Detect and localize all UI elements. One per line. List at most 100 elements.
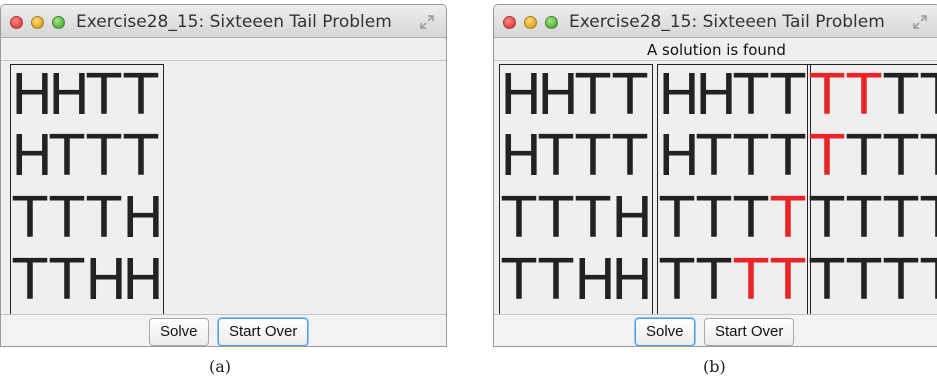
coin-cell: T xyxy=(501,248,536,313)
coin-cell: T xyxy=(538,186,573,251)
coin-cell: T xyxy=(612,63,647,128)
coin-row: TTTT xyxy=(808,252,937,310)
window-a: Exercise28_15: Sixteeen Tail Problem HHT… xyxy=(0,4,447,347)
coin-cell: T xyxy=(733,124,768,189)
coin-cell[interactable]: T xyxy=(122,128,159,186)
coin-row: TTHH xyxy=(11,252,165,310)
coin-cell[interactable]: T xyxy=(85,190,122,248)
coin-cell[interactable]: T xyxy=(48,128,85,186)
coin-cell: T xyxy=(575,186,610,251)
button-bar: Solve Start Over xyxy=(494,314,937,346)
coin-cell[interactable]: T xyxy=(85,67,122,125)
window-b: Exercise28_15: Sixteeen Tail Problem A s… xyxy=(493,4,937,347)
window-title: Exercise28_15: Sixteeen Tail Problem xyxy=(569,12,885,32)
coin-cell[interactable]: T xyxy=(48,252,85,310)
coin-cell: T xyxy=(919,190,937,248)
coin-cell: T xyxy=(696,186,731,251)
coin-board: TTTTTTTTTTTTTTTT xyxy=(807,64,937,316)
coin-cell: H xyxy=(500,63,542,128)
coin-cell[interactable]: T xyxy=(11,252,48,310)
coin-cell: T xyxy=(770,248,805,313)
coin-row: TTHH xyxy=(500,252,654,310)
window-title: Exercise28_15: Sixteeen Tail Problem xyxy=(76,12,392,32)
coin-row: TTTT xyxy=(658,190,812,248)
title-bar[interactable]: Exercise28_15: Sixteeen Tail Problem xyxy=(494,5,937,38)
coin-cell: T xyxy=(883,186,918,251)
coin-cell: T xyxy=(919,252,937,310)
coin-cell: T xyxy=(696,248,731,313)
zoom-icon[interactable] xyxy=(545,16,558,29)
coin-cell: T xyxy=(846,186,881,251)
coin-cell: T xyxy=(809,186,844,251)
coin-row: HHTT xyxy=(500,67,654,125)
status-text: A solution is found xyxy=(494,39,937,61)
coin-row: HTTT xyxy=(658,128,812,186)
coin-cell: T xyxy=(733,63,768,128)
coin-cell: T xyxy=(846,63,881,128)
coin-cell: T xyxy=(733,186,768,251)
solve-button[interactable]: Solve xyxy=(149,318,209,346)
minimize-icon[interactable] xyxy=(31,16,44,29)
coin-cell: T xyxy=(575,63,610,128)
minimize-icon[interactable] xyxy=(524,16,537,29)
close-icon[interactable] xyxy=(503,16,516,29)
coin-cell: T xyxy=(883,248,918,313)
coin-cell[interactable]: T xyxy=(85,128,122,186)
coin-cell: T xyxy=(733,248,768,313)
coin-cell: T xyxy=(538,248,573,313)
coin-row: HHTT xyxy=(658,67,812,125)
coin-cell[interactable]: H xyxy=(11,128,53,186)
coin-cell: T xyxy=(883,124,918,189)
coin-row: TTTT xyxy=(808,67,937,125)
coin-cell: T xyxy=(809,63,844,128)
coin-cell[interactable]: T xyxy=(122,67,159,125)
start-over-button[interactable]: Start Over xyxy=(218,318,309,346)
coin-cell: T xyxy=(919,67,937,125)
coin-cell: H xyxy=(537,63,579,128)
coin-cell: T xyxy=(770,63,805,128)
coin-cell: T xyxy=(659,186,694,251)
coin-board: HHTT HTTT TTTH TTHH xyxy=(10,64,164,316)
coin-cell: T xyxy=(770,124,805,189)
solve-button[interactable]: Solve xyxy=(635,318,695,346)
coin-cell: T xyxy=(575,124,610,189)
coin-row: TTTH xyxy=(11,190,165,248)
coin-cell: T xyxy=(501,186,536,251)
coin-cell: T xyxy=(770,186,805,251)
coin-cell[interactable]: H xyxy=(122,252,164,310)
coin-row: HTTT xyxy=(500,128,654,186)
coin-cell[interactable]: H xyxy=(122,190,164,248)
coin-cell: T xyxy=(846,124,881,189)
coin-cell: T xyxy=(612,124,647,189)
coin-cell: T xyxy=(809,124,844,189)
coin-cell: T xyxy=(846,248,881,313)
coin-cell[interactable]: T xyxy=(48,190,85,248)
coin-cell: T xyxy=(919,128,937,186)
coin-cell: H xyxy=(658,124,700,189)
coin-cell: T xyxy=(696,124,731,189)
coin-board: HHTT HTTT TTTT TTTT xyxy=(657,64,811,316)
coin-cell[interactable]: H xyxy=(48,67,90,125)
title-bar[interactable]: Exercise28_15: Sixteeen Tail Problem xyxy=(1,5,446,38)
coin-board: HHTT HTTT TTTH TTHH xyxy=(499,64,653,316)
coin-cell[interactable]: H xyxy=(11,67,53,125)
button-bar: Solve Start Over xyxy=(1,314,446,346)
figure-caption-a: (a) xyxy=(209,357,232,376)
coin-row: TTTH xyxy=(500,190,654,248)
close-icon[interactable] xyxy=(10,16,23,29)
status-text xyxy=(1,39,446,61)
start-over-button[interactable]: Start Over xyxy=(704,318,795,346)
coin-cell: T xyxy=(883,63,918,128)
coin-row: TTTT xyxy=(808,190,937,248)
coin-row: TTTT xyxy=(658,252,812,310)
coin-row: HHTT xyxy=(11,67,165,125)
figure-caption-b: (b) xyxy=(703,357,726,376)
coin-cell[interactable]: T xyxy=(11,190,48,248)
fullscreen-icon[interactable] xyxy=(913,15,927,29)
zoom-icon[interactable] xyxy=(52,16,65,29)
coin-cell: T xyxy=(659,248,694,313)
coin-row: TTTT xyxy=(808,128,937,186)
fullscreen-icon[interactable] xyxy=(420,15,434,29)
coin-cell[interactable]: H xyxy=(85,252,127,310)
coin-cell: H xyxy=(611,186,653,251)
